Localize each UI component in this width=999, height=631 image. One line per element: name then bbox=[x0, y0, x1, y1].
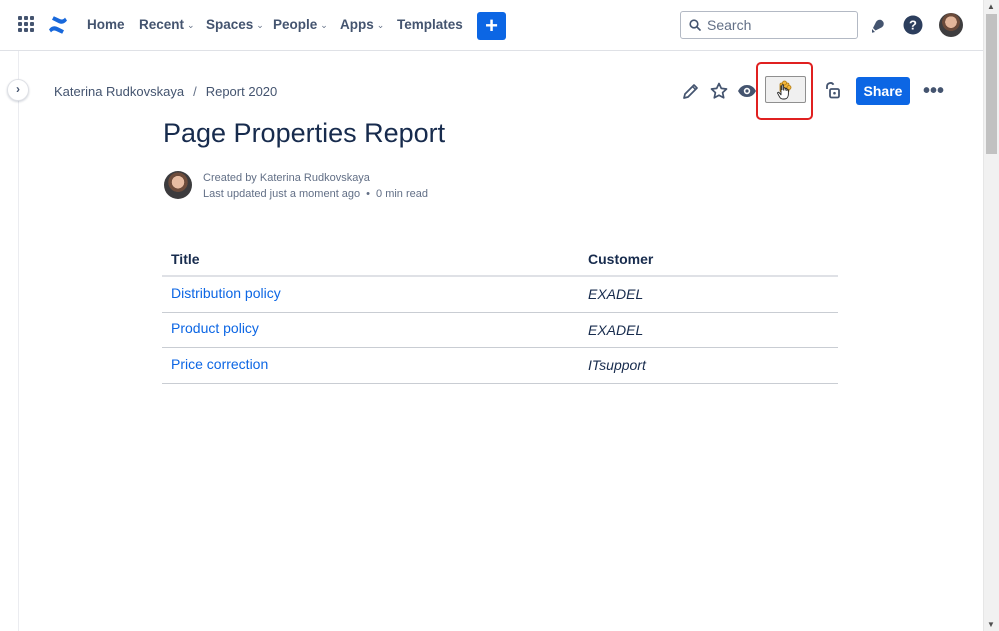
nav-apps[interactable]: Apps ⌄ bbox=[340, 17, 384, 32]
read-time-text: 0 min read bbox=[376, 188, 429, 200]
chevron-right-icon: › bbox=[16, 82, 20, 96]
vertical-scrollbar[interactable]: ▲ ▼ bbox=[983, 0, 999, 631]
watch-eye-icon[interactable] bbox=[737, 81, 757, 101]
help-icon[interactable]: ? bbox=[902, 14, 924, 36]
row-title-link[interactable]: Product policy bbox=[162, 320, 579, 336]
nav-templates[interactable]: Templates bbox=[397, 17, 463, 32]
nav-people[interactable]: People ⌄ bbox=[273, 17, 328, 32]
table-row: Distribution policy EXADEL bbox=[162, 277, 838, 313]
row-customer: EXADEL bbox=[588, 286, 644, 303]
column-header-title[interactable]: Title bbox=[162, 251, 579, 267]
row-customer: ITsupport bbox=[588, 357, 646, 374]
restrictions-unlock-icon[interactable] bbox=[823, 81, 843, 101]
expand-sidebar-button[interactable]: › bbox=[7, 79, 29, 101]
byline-dot: • bbox=[366, 188, 371, 200]
scroll-down-arrow-icon[interactable]: ▼ bbox=[987, 620, 995, 629]
page-byline: Created by Katerina Rudkovskaya Last upd… bbox=[203, 170, 428, 202]
row-title-link[interactable]: Distribution policy bbox=[162, 285, 579, 301]
create-button[interactable]: + bbox=[477, 12, 506, 40]
nav-templates-label: Templates bbox=[397, 17, 463, 32]
nav-spaces-label: Spaces bbox=[206, 17, 254, 32]
chevron-down-icon: ⌄ bbox=[320, 19, 328, 30]
nav-home[interactable]: Home bbox=[87, 17, 125, 32]
breadcrumb-item-parent[interactable]: Report 2020 bbox=[206, 84, 278, 99]
nav-recent[interactable]: Recent ⌄ bbox=[139, 17, 195, 32]
table-header-row: Title Customer bbox=[162, 243, 838, 277]
chevron-down-icon: ⌄ bbox=[376, 19, 385, 30]
app-switcher-icon[interactable] bbox=[18, 16, 34, 32]
scroll-up-arrow-icon[interactable]: ▲ bbox=[987, 2, 995, 11]
top-navigation: Home Recent ⌄ Spaces ⌄ People ⌄ Apps ⌄ T… bbox=[0, 0, 983, 51]
breadcrumb: Katerina Rudkovskaya / Report 2020 bbox=[54, 84, 277, 99]
breadcrumb-separator: / bbox=[193, 84, 197, 99]
page-properties-table: Title Customer Distribution policy EXADE… bbox=[162, 243, 838, 384]
search-box[interactable] bbox=[680, 11, 858, 39]
page-title: Page Properties Report bbox=[163, 118, 446, 148]
share-button[interactable]: Share bbox=[856, 77, 910, 105]
column-header-customer[interactable]: Customer bbox=[579, 251, 653, 267]
sidebar-rail bbox=[0, 51, 19, 631]
chevron-down-icon: ⌄ bbox=[187, 19, 195, 30]
author-avatar[interactable] bbox=[164, 171, 192, 199]
row-title-link[interactable]: Price correction bbox=[162, 356, 579, 372]
search-icon bbox=[689, 19, 701, 31]
breadcrumb-item-space[interactable]: Katerina Rudkovskaya bbox=[54, 84, 184, 99]
search-input[interactable] bbox=[707, 17, 847, 33]
chevron-down-icon: ⌄ bbox=[256, 19, 264, 30]
highlight-frame bbox=[756, 62, 813, 120]
notifications-icon[interactable] bbox=[867, 14, 889, 36]
last-updated-text[interactable]: Last updated just a moment ago bbox=[203, 186, 360, 202]
nav-people-label: People bbox=[273, 17, 318, 32]
scrollbar-thumb[interactable] bbox=[986, 14, 997, 154]
nav-recent-label: Recent bbox=[139, 17, 185, 32]
edit-pencil-icon[interactable] bbox=[681, 81, 701, 101]
row-customer: EXADEL bbox=[588, 321, 644, 338]
star-icon[interactable] bbox=[709, 81, 729, 101]
more-actions-icon[interactable]: ••• bbox=[923, 80, 944, 103]
table-row: Price correction ITsupport bbox=[162, 348, 838, 384]
table-row: Product policy EXADEL bbox=[162, 313, 838, 348]
created-by-text: Created by Katerina Rudkovskaya bbox=[203, 172, 370, 184]
user-avatar[interactable] bbox=[939, 13, 963, 37]
confluence-logo-icon[interactable] bbox=[47, 14, 69, 36]
nav-home-label: Home bbox=[87, 17, 125, 32]
nav-spaces[interactable]: Spaces ⌄ bbox=[206, 17, 264, 32]
nav-apps-label: Apps bbox=[340, 17, 374, 32]
svg-text:?: ? bbox=[909, 18, 917, 33]
